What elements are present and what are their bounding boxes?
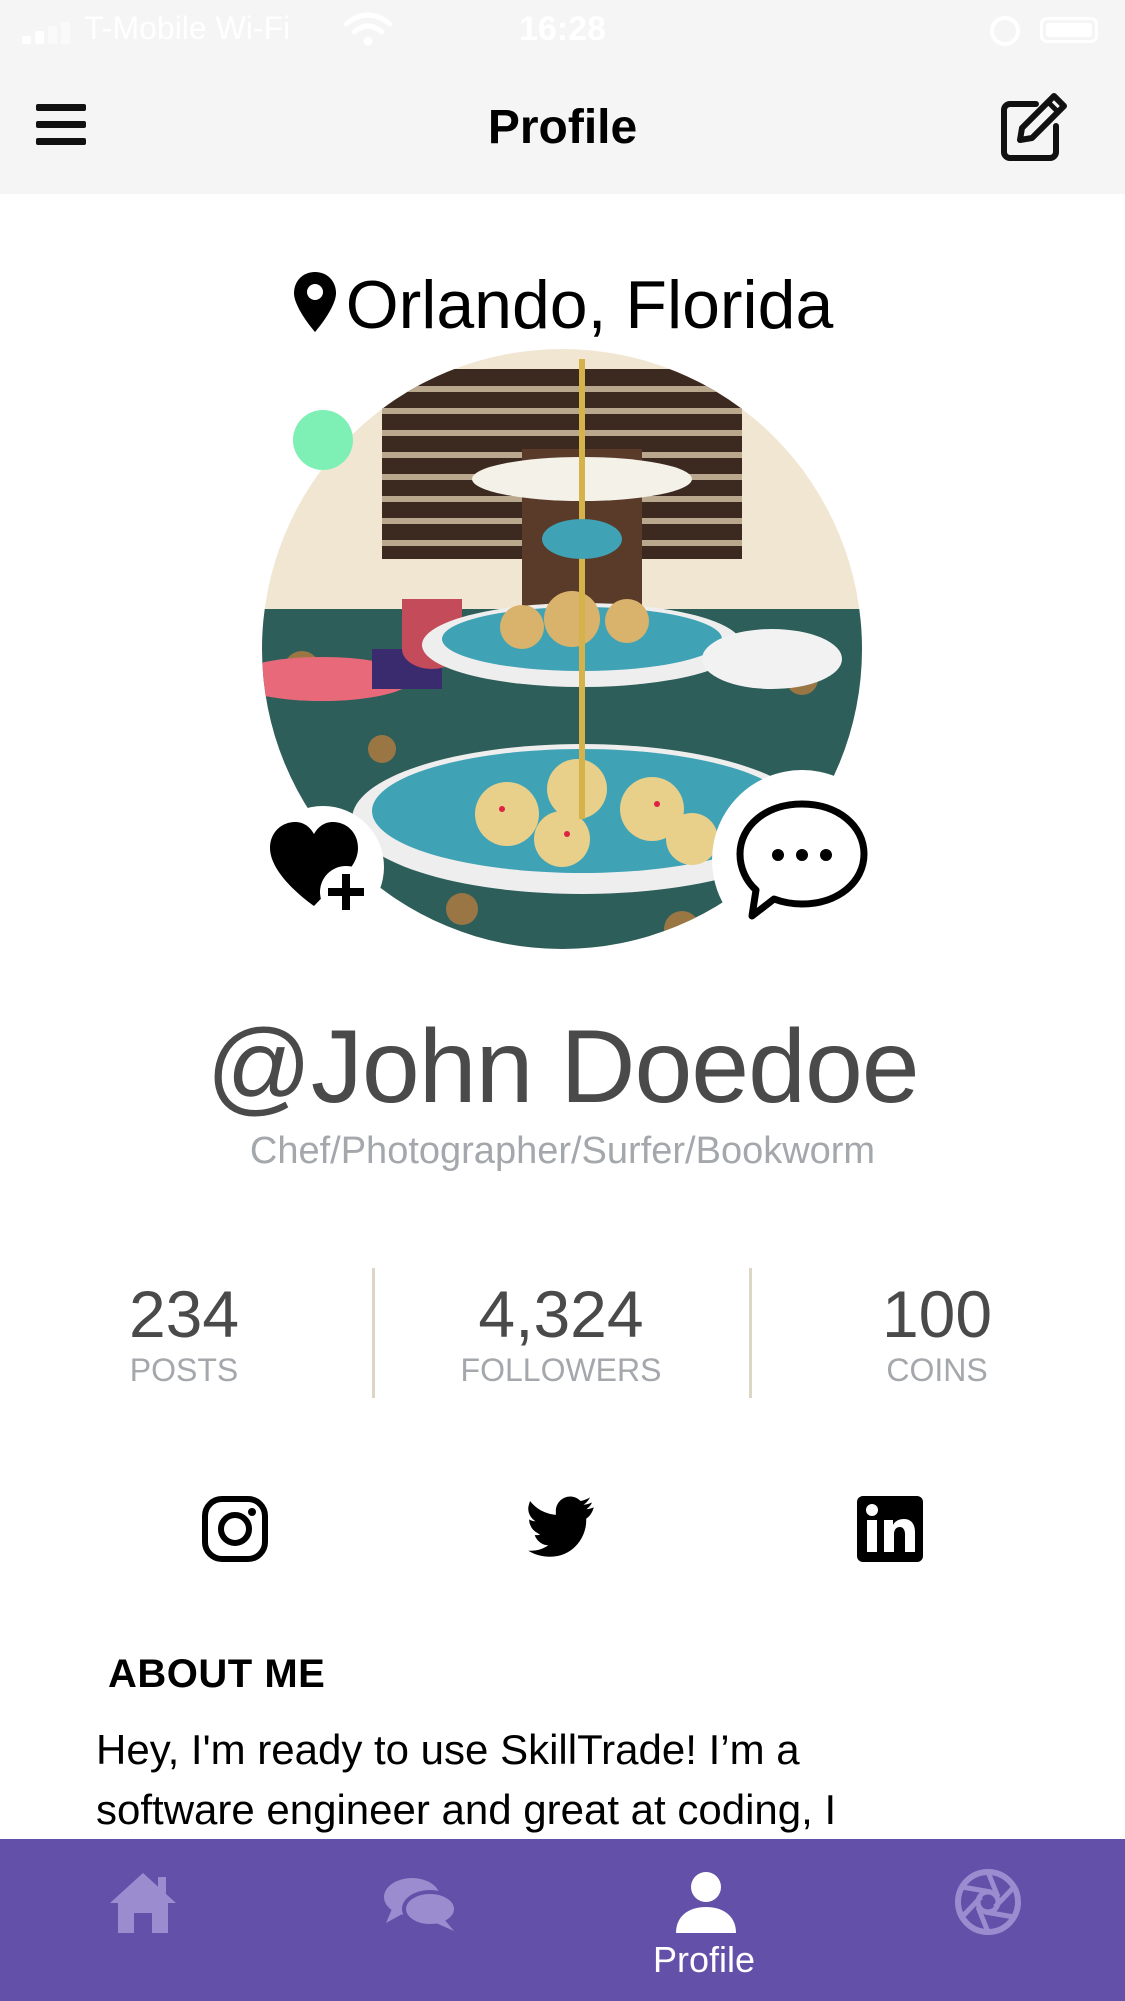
location-city: Orlando, xyxy=(345,267,607,343)
clock: 16:28 xyxy=(519,10,606,48)
location-state: Florida xyxy=(625,267,834,343)
stat-label: FOLLOWERS xyxy=(460,1352,662,1388)
battery-icon xyxy=(1040,17,1098,43)
heart-plus-icon xyxy=(270,822,372,918)
stat-coins[interactable]: 100 COINS xyxy=(787,1278,1087,1389)
profile-icon xyxy=(676,1872,736,1933)
follow-button[interactable] xyxy=(262,806,384,928)
aperture-icon xyxy=(955,1869,1021,1935)
location: Orlando, Florida xyxy=(0,266,1125,344)
tab-chat[interactable] xyxy=(320,1839,520,2001)
about-heading: ABOUT ME xyxy=(108,1652,326,1696)
page-title: Profile xyxy=(487,101,638,154)
edit-icon[interactable] xyxy=(996,90,1070,164)
about-text-line: Hey, I'm ready to use SkillTrade! I’m a xyxy=(96,1726,800,1773)
chat-icon xyxy=(384,1878,458,1931)
tab-label: Profile xyxy=(652,1939,756,1980)
about-text: Hey, I'm ready to use SkillTrade! I’m a … xyxy=(96,1720,1036,1840)
home-icon xyxy=(110,1873,176,1933)
location-pin-icon xyxy=(293,272,336,332)
tab-aperture[interactable] xyxy=(887,1839,1087,2001)
message-bubble-icon xyxy=(736,800,868,920)
nav-bar: Profile xyxy=(0,60,1125,194)
linkedin-icon[interactable] xyxy=(855,1494,925,1564)
online-status-dot xyxy=(293,410,353,470)
stat-divider xyxy=(749,1268,752,1398)
stat-posts[interactable]: 234 POSTS xyxy=(34,1278,334,1389)
stat-value: 234 xyxy=(128,1277,240,1351)
twitter-icon[interactable] xyxy=(527,1494,597,1564)
alarm-icon xyxy=(990,16,1020,46)
bio: Chef/Photographer/Surfer/Bookworm xyxy=(249,1130,876,1172)
message-button[interactable] xyxy=(712,770,892,950)
stat-label: COINS xyxy=(886,1352,988,1388)
tab-profile[interactable]: Profile xyxy=(604,1839,804,2001)
stat-value: 100 xyxy=(881,1277,993,1351)
instagram-icon[interactable] xyxy=(200,1494,270,1564)
username: @John Doedoe xyxy=(206,1009,919,1125)
about-text-line: software engineer and great at coding, I xyxy=(96,1786,837,1833)
stat-divider xyxy=(372,1268,375,1398)
stat-value: 4,324 xyxy=(478,1277,644,1351)
stat-followers[interactable]: 4,324 FOLLOWERS xyxy=(411,1278,711,1389)
status-bar: T-Mobile Wi-Fi 16:28 xyxy=(0,0,1125,60)
stat-label: POSTS xyxy=(129,1352,239,1388)
tab-bar: Profile xyxy=(0,1839,1125,2001)
tab-home[interactable] xyxy=(42,1839,242,2001)
